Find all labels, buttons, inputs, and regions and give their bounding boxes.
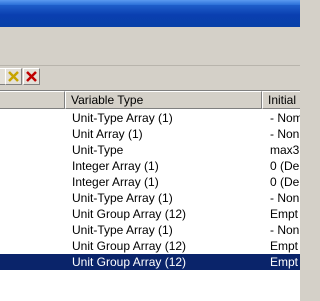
red-x-button[interactable] <box>23 68 40 85</box>
table-row[interactable]: Unit Group Array (12) Empt <box>0 254 300 270</box>
variable-name-cell <box>0 222 65 238</box>
toolbar-area <box>0 27 300 66</box>
initial-value-cell: 0 (De <box>270 159 300 173</box>
variable-type-cell: Unit Group Array (12) <box>65 254 262 270</box>
variable-name-cell <box>0 126 65 142</box>
initial-value-cell: - Nom <box>270 111 300 125</box>
variable-type-cell: Unit Group Array (12) <box>72 239 187 253</box>
table-row[interactable]: Unit Array (1) - Non <box>0 126 300 142</box>
variables-list[interactable]: Variable Type Initial Unit-Type Array (1… <box>0 90 300 301</box>
table-row[interactable]: Unit Group Array (12) Empt <box>0 238 300 254</box>
variable-type-cell: Unit-Type Array (1) <box>72 111 173 125</box>
red-x-icon <box>26 71 37 82</box>
variable-name-cell <box>0 190 65 206</box>
variable-type-cell: Integer Array (1) <box>72 159 159 173</box>
list-header: Variable Type Initial <box>0 91 300 109</box>
table-row[interactable]: Integer Array (1) 0 (De <box>0 158 300 174</box>
initial-value-cell: - Non <box>270 191 300 205</box>
initial-value-cell: - Non <box>270 223 300 237</box>
variable-name-cell <box>0 142 65 158</box>
column-header-initial[interactable]: Initial <box>262 91 300 109</box>
variable-type-cell: Unit Array (1) <box>72 127 143 141</box>
variable-name-cell <box>0 206 65 222</box>
initial-value-cell: - Non <box>270 127 300 141</box>
initial-value-cell: 0 (De <box>270 175 300 189</box>
table-row[interactable]: Unit-Type Array (1) - Nom <box>0 110 300 126</box>
table-row[interactable]: Unit-Type Array (1) - Non <box>0 190 300 206</box>
variable-type-cell: Unit-Type Array (1) <box>72 223 173 237</box>
variable-type-cell: Integer Array (1) <box>72 175 159 189</box>
yellow-x-icon <box>8 71 19 82</box>
column-header-variable-type[interactable]: Variable Type <box>65 91 262 109</box>
column-header-name[interactable] <box>0 91 65 109</box>
variable-type-cell: Unit-Type Array (1) <box>72 191 173 205</box>
window-titlebar[interactable] <box>0 0 300 27</box>
table-row[interactable]: n Integer Array (1) 0 (De <box>0 174 300 190</box>
variable-name-cell <box>0 238 65 254</box>
variable-name-cell <box>0 158 65 174</box>
initial-value-cell: Empt <box>270 207 299 221</box>
initial-value-cell: max3 <box>270 143 300 157</box>
table-row[interactable]: Unit Group Array (12) Empt <box>0 206 300 222</box>
initial-value-cell: Empt <box>262 254 300 270</box>
variable-name-cell <box>0 254 65 270</box>
variable-type-cell: Unit Group Array (12) <box>72 207 187 221</box>
yellow-x-button[interactable] <box>5 68 22 85</box>
toolbar-row <box>0 66 300 88</box>
table-row[interactable]: Unit-Type max3 <box>0 142 300 158</box>
list-rows: Unit-Type Array (1) - Nom Unit Array (1) - … <box>0 110 300 270</box>
variable-type-cell: Unit-Type <box>72 143 124 157</box>
variable-name-cell: n <box>0 174 65 190</box>
initial-value-cell: Empt <box>270 239 299 253</box>
titlebar-highlight <box>0 0 300 5</box>
table-row[interactable]: Unit-Type Array (1) - Non <box>0 222 300 238</box>
variable-name-cell <box>0 110 65 126</box>
